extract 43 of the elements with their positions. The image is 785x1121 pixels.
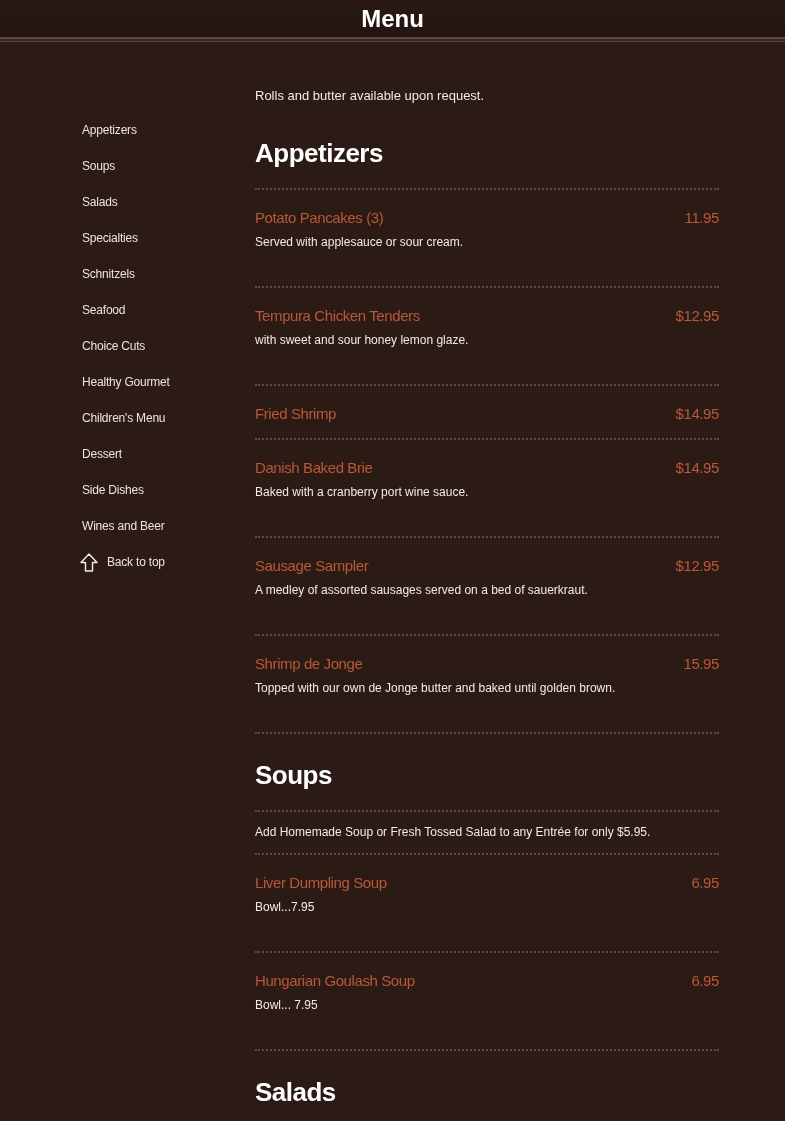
sidebar-link[interactable]: Dessert [82,436,122,472]
intro-text: Rolls and butter available upon request. [255,87,486,105]
section-heading: Soups [255,759,333,792]
sidebar-link[interactable]: Wines and Beer [82,508,165,544]
section-heading: Salads [255,1076,337,1109]
dish-description: Bowl...7.95 [255,899,316,916]
dish-price: $12.95 [675,306,719,326]
dish-price: $14.95 [675,404,719,424]
sidebar-link[interactable]: Choice Cuts [82,328,146,364]
dish-name: Liver Dumpling Soup [255,873,387,893]
dish-description: Served with applesauce or sour cream. [255,234,465,251]
dish-description: Topped with our own de Jonge butter and baked until golden brown. [255,680,617,697]
dish-name: Tempura Chicken Tenders [255,306,420,326]
sidebar-link[interactable]: Healthy Gourmet [82,364,170,400]
page-title: Menu [361,3,424,34]
dish-name: Sausage Sampler [255,556,369,576]
sidebar-link[interactable]: Soups [82,148,116,184]
dish-price: 11.95 [684,208,719,228]
sidebar-link[interactable]: Side Dishes [82,472,144,508]
section-heading: Appetizers [255,137,384,170]
sidebar-link[interactable]: Appetizers [82,112,137,148]
dish-price: $12.95 [675,556,719,576]
up-arrow-icon [80,552,98,572]
dish-price: 6.95 [691,873,719,893]
section-note: Add Homemade Soup or Fresh Tossed Salad to any Entrée for only $5.95. [255,824,652,841]
dish-price: $14.95 [675,458,719,478]
dish-name: Hungarian Goulash Soup [255,971,415,991]
dish-name: Danish Baked Brie [255,458,373,478]
sidebar-link[interactable]: Schnitzels [82,256,135,292]
sidebar-link[interactable]: Children's Menu [82,400,166,436]
dish-price: 6.95 [691,971,719,991]
sidebar-link[interactable]: Seafood [82,292,126,328]
dish-description: Bowl... 7.95 [255,997,319,1014]
sidebar-link[interactable]: Specialties [82,220,138,256]
dish-description: Baked with a cranberry port wine sauce. [255,484,470,501]
dish-name: Potato Pancakes (3) [255,208,384,228]
sidebar-link[interactable]: Salads [82,184,118,220]
dish-description: A medley of assorted sausages served on a bed of sauerkraut. [255,582,589,599]
dish-description: with sweet and sour honey lemon glaze. [255,332,470,349]
back-to-top-link[interactable]: Back to top [80,544,165,580]
dish-price: 15.95 [683,654,719,674]
dish-name: Shrimp de Jonge [255,654,363,674]
dish-name: Fried Shrimp [255,404,337,424]
